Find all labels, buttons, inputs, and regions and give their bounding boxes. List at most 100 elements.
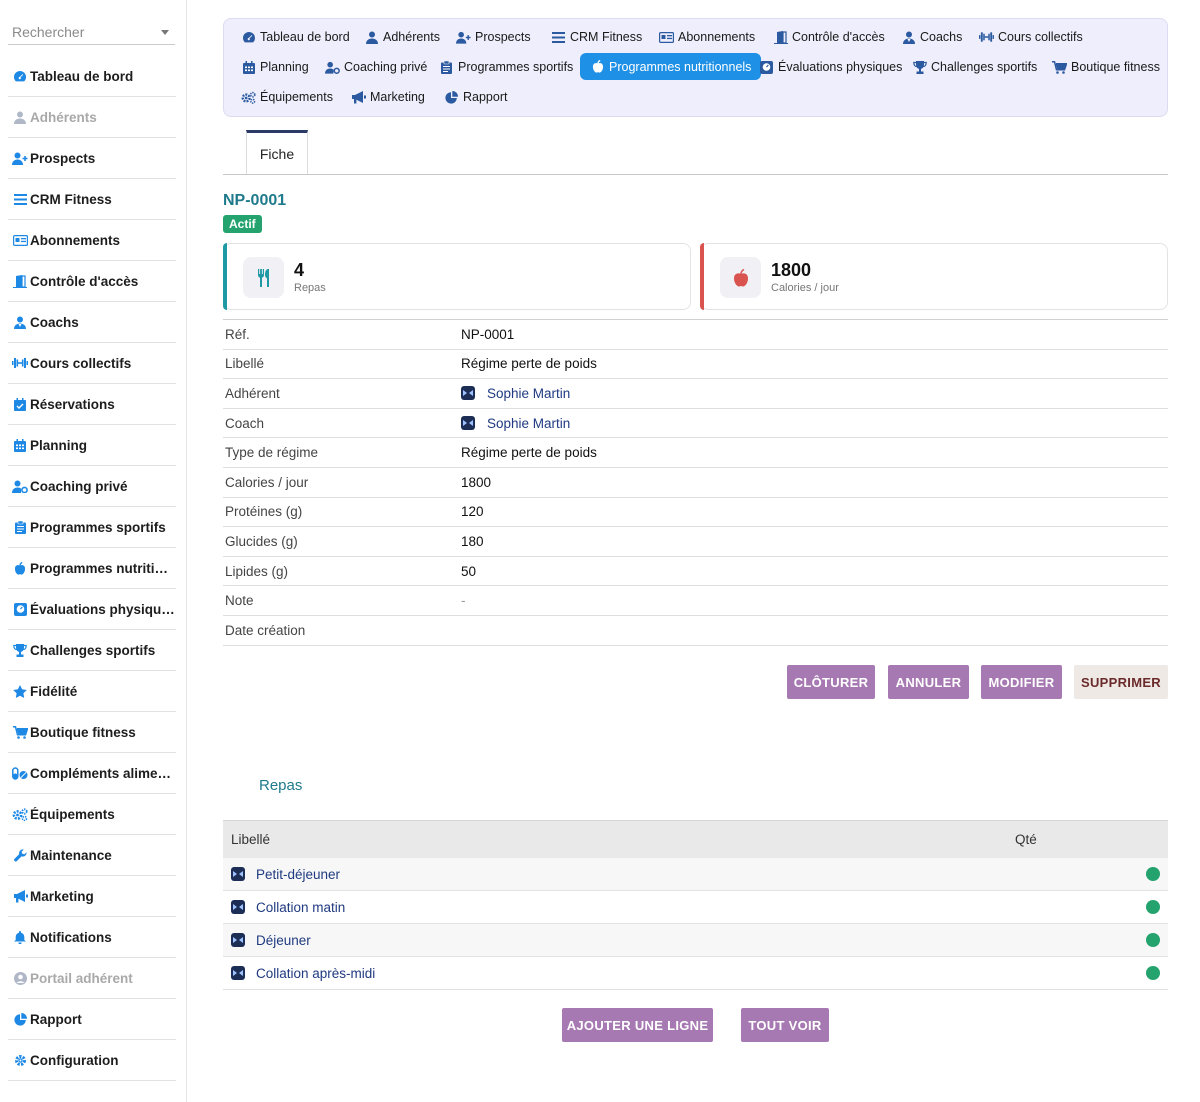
close-button[interactable]: CLÔTURER <box>787 665 875 699</box>
sidebar-item-complements-alimentaires[interactable]: Compléments alimentaires <box>8 753 176 794</box>
field-value[interactable]: Sophie Martin <box>461 416 570 431</box>
nav-tab-equipements[interactable]: Équipements <box>233 83 341 111</box>
door-icon <box>773 30 788 44</box>
nav-tab-label: Planning <box>260 60 309 74</box>
stat-card-meals: 4 Repas <box>223 243 691 310</box>
field-value: - <box>461 593 466 609</box>
nav-tab-crm-fitness[interactable]: CRM Fitness <box>543 23 650 51</box>
nav-tab-label: Rapport <box>463 90 508 104</box>
nav-tab-adherents[interactable]: Adhérents <box>356 23 448 51</box>
sidebar-item-coachs[interactable]: Coachs <box>8 302 176 343</box>
sidebar-item-challenges-sportifs[interactable]: Challenges sportifs <box>8 630 176 671</box>
sidebar-item-controle-d-acces[interactable]: Contrôle d'accès <box>8 261 176 302</box>
stat-value: 1800 <box>771 260 812 280</box>
field-label: Protéines (g) <box>225 504 303 520</box>
edit-button[interactable]: MODIFIER <box>981 665 1062 699</box>
field-value: 1800 <box>461 474 492 490</box>
sidebar-item-marketing[interactable]: Marketing <box>8 876 176 917</box>
nav-tab-tableau-de-bord[interactable]: Tableau de bord <box>233 23 358 51</box>
user-circle-icon <box>11 971 29 985</box>
tab-fiche[interactable]: Fiche <box>246 130 308 175</box>
field-label: Calories / jour <box>225 474 309 490</box>
nav-tab-label: CRM Fitness <box>570 30 643 44</box>
sidebar-item-prospects[interactable]: Prospects <box>8 138 176 179</box>
field-row: Libellé Régime perte de poids <box>223 350 1168 380</box>
delete-button[interactable]: SUPPRIMER <box>1074 665 1168 699</box>
table-row[interactable]: Petit-déjeuner <box>223 858 1168 891</box>
sidebar-item-tableau-de-bord[interactable]: Tableau de bord <box>8 56 176 97</box>
field-row: Adhérent Sophie Martin <box>223 379 1168 409</box>
sidebar-item-label: Évaluations physiques <box>30 601 176 617</box>
nav-tab-programmes-nutritionnels[interactable]: Programmes nutritionnels <box>580 53 762 80</box>
id-card-icon <box>659 31 674 44</box>
field-label: Glucides (g) <box>225 533 298 549</box>
sidebar-item-programmes-sportifs[interactable]: Programmes sportifs <box>8 507 176 548</box>
sidebar-item-configuration[interactable]: Configuration <box>8 1040 176 1081</box>
sidebar-item-adherents[interactable]: Adhérents <box>8 97 176 138</box>
users-cog-icon <box>325 61 340 74</box>
field-label: Adhérent <box>225 385 280 401</box>
stat-caption: Repas <box>294 282 326 294</box>
nav-tab-label: Boutique fitness <box>1071 60 1160 74</box>
field-label: Coach <box>225 415 265 431</box>
nav-tab-controle-d-acces[interactable]: Contrôle d'accès <box>765 23 893 51</box>
nav-tab-planning[interactable]: Planning <box>233 53 317 81</box>
sidebar-item-abonnements[interactable]: Abonnements <box>8 220 176 261</box>
sidebar-item-programmes-nutritionnels[interactable]: Programmes nutritionnels <box>8 548 176 589</box>
sidebar-item-reservations[interactable]: Réservations <box>8 384 176 425</box>
nav-tab-abonnements[interactable]: Abonnements <box>651 23 763 51</box>
sidebar-item-coaching-prive[interactable]: Coaching privé <box>8 466 176 507</box>
dashboard-icon <box>11 69 29 83</box>
stat-caption: Calories / jour <box>771 282 839 294</box>
field-value: 180 <box>461 533 484 549</box>
nav-tab-rapport[interactable]: Rapport <box>436 83 515 111</box>
field-row: Note - <box>223 586 1168 616</box>
nav-tab-cours-collectifs[interactable]: Cours collectifs <box>971 23 1091 51</box>
record-link[interactable]: Sophie Martin <box>487 416 570 431</box>
search-select[interactable]: Rechercher <box>8 18 175 45</box>
sidebar-item-label: CRM Fitness <box>30 191 112 207</box>
line-label[interactable]: Collation matin <box>256 900 345 915</box>
apple-icon <box>720 257 761 298</box>
nav-tab-programmes-sportifs[interactable]: Programmes sportifs <box>431 53 581 81</box>
stat-card-accent <box>223 243 227 310</box>
line-label[interactable]: Collation après-midi <box>256 966 375 981</box>
cancel-button[interactable]: ANNULER <box>888 665 969 699</box>
nav-tab-label: Tableau de bord <box>260 30 350 44</box>
sidebar-item-crm-fitness[interactable]: CRM Fitness <box>8 179 176 220</box>
table-row[interactable]: Collation matin <box>223 891 1168 924</box>
sidebar-item-notifications[interactable]: Notifications <box>8 917 176 958</box>
nav-tab-coachs[interactable]: Coachs <box>893 23 970 51</box>
line-label[interactable]: Déjeuner <box>256 933 311 948</box>
sidebar-item-rapport[interactable]: Rapport <box>8 999 176 1040</box>
sidebar-item-label: Rapport <box>30 1011 82 1027</box>
sidebar-item-label: Adhérents <box>30 109 97 125</box>
sidebar-item-evaluations-physiques[interactable]: Évaluations physiques <box>8 589 176 630</box>
record-link[interactable]: Sophie Martin <box>487 386 570 401</box>
nav-tab-challenges-sportifs[interactable]: Challenges sportifs <box>904 53 1045 81</box>
sidebar-item-cours-collectifs[interactable]: Cours collectifs <box>8 343 176 384</box>
table-row[interactable]: Collation après-midi <box>223 957 1168 990</box>
sidebar-item-planning[interactable]: Planning <box>8 425 176 466</box>
line-label[interactable]: Petit-déjeuner <box>256 867 340 882</box>
view-all-button[interactable]: TOUT VOIR <box>741 1008 829 1042</box>
sidebar-item-maintenance[interactable]: Maintenance <box>8 835 176 876</box>
nav-tab-marketing[interactable]: Marketing <box>343 83 433 111</box>
sidebar-item-boutique-fitness[interactable]: Boutique fitness <box>8 712 176 753</box>
sidebar-item-portail-adherent[interactable]: Portail adhérent <box>8 958 176 999</box>
nav-tab-coaching-prive[interactable]: Coaching privé <box>317 53 435 81</box>
table-row[interactable]: Déjeuner <box>223 924 1168 957</box>
field-value[interactable]: Sophie Martin <box>461 386 570 401</box>
field-value: 50 <box>461 563 477 579</box>
add-line-button[interactable]: AJOUTER UNE LIGNE <box>562 1008 713 1042</box>
sidebar-item-label: Coaching privé <box>30 478 128 494</box>
sidebar-item-label: Abonnements <box>30 232 121 248</box>
sidebar-item-equipements[interactable]: Équipements <box>8 794 176 835</box>
nav-tab-boutique-fitness[interactable]: Boutique fitness <box>1044 53 1168 81</box>
sidebar-item-fidelite[interactable]: Fidélité <box>8 671 176 712</box>
sidebar-item-label: Équipements <box>30 806 115 822</box>
record-fields: Réf. NP-0001 Libellé Régime perte de poids A… <box>223 319 1168 646</box>
nav-tab-evaluations-physiques[interactable]: Évaluations physiques <box>751 53 910 81</box>
status-badge: Actif <box>223 215 262 233</box>
nav-tab-prospects[interactable]: Prospects <box>448 23 539 51</box>
